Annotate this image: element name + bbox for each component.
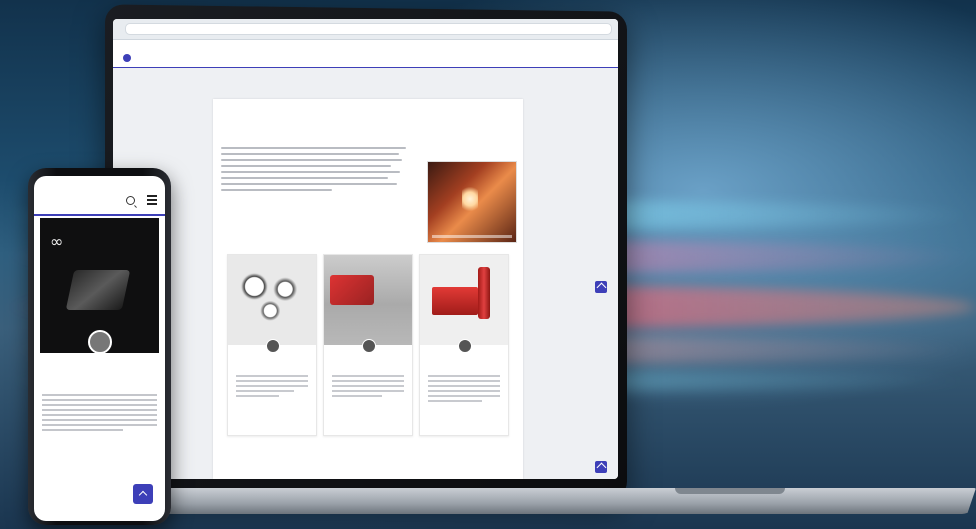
product-card[interactable]	[419, 254, 509, 436]
product-image	[324, 255, 412, 345]
product-image	[228, 255, 316, 345]
article-panel	[213, 99, 523, 479]
site-header	[113, 40, 618, 69]
brand-badge-icon	[458, 339, 472, 353]
video-progress-bar[interactable]	[432, 235, 512, 238]
browser-toolbar	[113, 19, 618, 40]
hero-image: ∞	[40, 218, 159, 354]
product-image	[420, 255, 508, 345]
back-to-top-button[interactable]	[595, 461, 607, 473]
product-card[interactable]	[227, 254, 317, 436]
side-scroll-button[interactable]	[595, 281, 607, 293]
laptop-base	[96, 488, 976, 514]
card-description	[236, 375, 308, 400]
phone-screen: ∞	[34, 176, 165, 521]
card-description	[428, 375, 500, 405]
scroll-to-top-button[interactable]	[133, 484, 153, 504]
search-icon[interactable]	[126, 196, 135, 205]
product-device-image	[65, 270, 131, 310]
logo-mark-icon	[123, 54, 131, 62]
article-excerpt	[42, 394, 157, 434]
brand-badge-icon	[88, 330, 112, 354]
mobile-header	[34, 186, 165, 216]
card-description	[332, 375, 404, 400]
video-thumbnail-light	[462, 184, 478, 214]
laptop-screen	[113, 19, 618, 479]
brand-badge-icon	[266, 339, 280, 353]
product-card[interactable]	[323, 254, 413, 436]
hamburger-menu-icon[interactable]	[147, 195, 157, 207]
laptop-opening-notch	[675, 488, 785, 494]
brand-badge-icon	[362, 339, 376, 353]
device-mockup-scene: ∞	[0, 0, 976, 529]
status-bar	[34, 176, 165, 186]
infinity-logo-icon: ∞	[50, 232, 64, 251]
article-body	[221, 147, 406, 195]
video-player[interactable]	[427, 161, 517, 243]
address-bar[interactable]	[125, 23, 612, 35]
